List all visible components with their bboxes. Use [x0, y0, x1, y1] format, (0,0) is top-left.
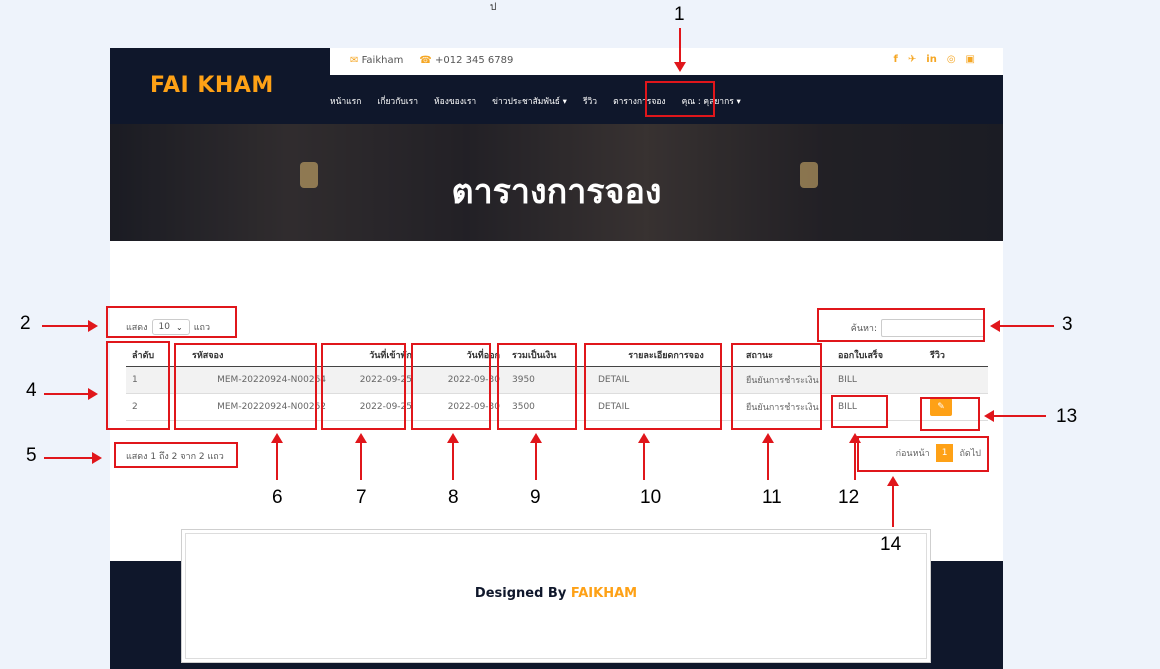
annotation-arrow-4 — [44, 393, 90, 395]
annotation-arrow-8 — [452, 442, 454, 480]
annotation-arrow-9 — [535, 442, 537, 480]
contact-phone: ☎ +012 345 6789 — [419, 55, 514, 66]
phone-icon: ☎ — [419, 55, 432, 66]
annotation-box-13 — [920, 397, 980, 431]
annotation-box-12 — [831, 395, 888, 428]
menu-home[interactable]: หน้าแรก — [330, 94, 361, 108]
menu-rooms[interactable]: ห้องของเรา — [434, 94, 476, 108]
menu-about[interactable]: เกี่ยวกับเรา — [377, 94, 418, 108]
annotation-label-5: 5 — [26, 445, 37, 466]
annotation-label-3: 3 — [1062, 314, 1073, 335]
annotation-label-10: 10 — [640, 487, 662, 508]
annotation-arrow-3 — [1000, 325, 1054, 327]
annotation-label-12: 12 — [838, 487, 860, 508]
footer-credit: Designed By FAIKHAM — [474, 586, 638, 601]
annotation-label-9: 9 — [530, 487, 541, 508]
annotation-box-8 — [411, 343, 491, 430]
annotation-arrow-11 — [767, 442, 769, 480]
annotation-box-10 — [584, 343, 722, 430]
annotation-arrow-14 — [892, 485, 894, 527]
menu-news[interactable]: ข่าวประชาสัมพันธ์ ▾ — [492, 94, 567, 108]
facebook-icon[interactable]: f — [894, 54, 898, 65]
annotation-arrow-1 — [679, 28, 681, 64]
page-title: ตารางการจอง — [451, 172, 662, 212]
annotation-box-9 — [497, 343, 577, 430]
annotation-arrow-12 — [854, 442, 856, 480]
annotation-arrow-6 — [276, 442, 278, 480]
col-bill[interactable]: ออกใบเสร็จ — [832, 344, 924, 367]
annotation-box-4 — [106, 341, 170, 430]
annotation-label-8: 8 — [448, 487, 459, 508]
annotation-label-4: 4 — [26, 380, 37, 401]
menu-review[interactable]: รีวิว — [583, 94, 597, 108]
annotation-box-5 — [114, 442, 238, 468]
navbar: FAI KHAM ✉ Faikham ☎ +012 345 6789 f ✈ i… — [110, 48, 1003, 124]
col-review[interactable]: รีวิว — [924, 344, 988, 367]
annotation-arrow-7 — [360, 442, 362, 480]
annotation-arrow-13 — [994, 415, 1046, 417]
site-logo[interactable]: FAI KHAM — [150, 73, 274, 98]
twitter-icon[interactable]: ✈ — [908, 54, 916, 65]
contact-email: ✉ Faikham — [350, 55, 404, 66]
annotation-arrow-2 — [42, 325, 90, 327]
annotation-label-11: 11 — [762, 487, 782, 508]
row-bill-link[interactable]: BILL — [832, 366, 924, 394]
linkedin-icon[interactable]: in — [926, 54, 937, 65]
annotation-box-2 — [106, 306, 237, 338]
annotation-arrow-5 — [44, 457, 94, 459]
annotation-label-7: 7 — [356, 487, 367, 508]
hero-banner: ตารางการจอง — [110, 124, 1003, 241]
annotation-box-7 — [321, 343, 406, 430]
row-review — [924, 366, 988, 394]
annotation-box-14 — [857, 436, 989, 472]
annotation-label-14: 14 — [880, 534, 902, 555]
annotation-label-13: 13 — [1056, 406, 1078, 427]
annotation-box-11 — [731, 343, 822, 430]
annotation-box-3 — [817, 308, 985, 342]
annotation-box-6 — [174, 343, 317, 430]
youtube-icon[interactable]: ▣ — [966, 54, 975, 65]
annotation-label-6: 6 — [272, 487, 283, 508]
stray-glyph: ป — [490, 2, 497, 13]
instagram-icon[interactable]: ◎ — [947, 54, 956, 65]
footer-card: Designed By FAIKHAM — [185, 533, 927, 659]
annotation-arrow-10 — [643, 442, 645, 480]
annotation-label-1: 1 — [674, 4, 685, 25]
annotation-label-2: 2 — [20, 313, 31, 334]
envelope-icon: ✉ — [350, 55, 359, 66]
topbar: ✉ Faikham ☎ +012 345 6789 f ✈ in ◎ ▣ — [330, 48, 1003, 75]
annotation-box-1 — [645, 81, 715, 117]
